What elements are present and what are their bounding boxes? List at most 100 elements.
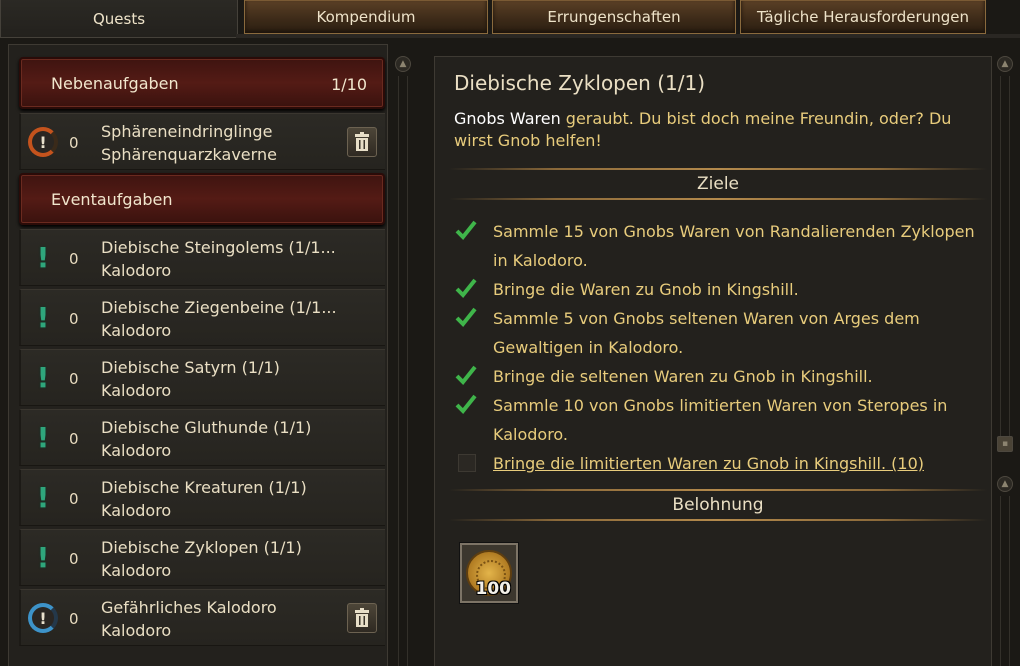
objective-text: Sammle 5 von Gnobs seltenen Waren von Ar… [493,309,920,357]
quest-location: Kalodoro [101,561,172,580]
scroll-track[interactable] [1000,496,1010,666]
quest-number: 0 [69,490,79,508]
quest-text: Gefährliches Kalodoro Kalodoro [101,596,277,642]
checkmark-icon [455,278,477,298]
quest-row[interactable]: ! 0 Diebische Gluthunde (1/1) Kalodoro [19,409,385,466]
objective-text[interactable]: Bringe die limitierten Waren zu Gnob in … [455,449,985,478]
quest-text: Diebische Gluthunde (1/1) Kalodoro [101,416,311,462]
objectives-heading-label: Ziele [696,174,739,194]
quest-text: Diebische Satyrn (1/1) Kalodoro [101,356,280,402]
objective-item: Bringe die seltenen Waren zu Gnob in Kin… [455,362,985,391]
quest-text: Diebische Steingolems (1/1... Kalodoro [101,236,336,282]
quest-title: Diebische Steingolems (1/1... [101,238,336,257]
tab-errungenschaften[interactable]: Errungenschaften [492,0,736,34]
objective-item: Sammle 5 von Gnobs seltenen Waren von Ar… [455,304,985,362]
quest-number: 0 [69,250,79,268]
detail-scrollbar[interactable]: ▲ ▪ ▲ [996,56,1014,666]
quest-title: Diebische Gluthunde (1/1) [101,418,312,437]
quest-location: Kalodoro [101,261,172,280]
objective-text: Sammle 15 von Gnobs Waren von Randaliere… [493,222,975,270]
quest-text: Diebische Ziegenbeine (1/1... Kalodoro [101,296,337,342]
quest-text: Diebische Kreaturen (1/1) Kalodoro [101,476,307,522]
quest-title: Sphäreneindringlinge [101,122,273,141]
quest-row[interactable]: ! 0 Diebische Satyrn (1/1) Kalodoro [19,349,385,406]
scroll-track[interactable] [398,76,408,666]
checkmark-icon [455,394,477,414]
scroll-up-icon[interactable]: ▲ [997,476,1013,492]
reward-slot[interactable]: 100 [460,543,518,603]
quest-list-scrollbar[interactable]: ▲ [394,56,412,666]
delete-quest-button[interactable] [347,603,377,633]
quest-text: Sphäreneindringlinge Sphärenquarzkaverne [101,120,277,166]
unchecked-box-icon [458,454,476,472]
green-exclamation-icon: ! [36,361,50,394]
quest-number: 0 [69,430,79,448]
quest-title: Diebische Ziegenbeine (1/1... [101,298,337,317]
description-highlight: Gnobs Waren [454,109,561,128]
reward-heading: Belohnung [449,489,987,521]
quest-text: Diebische Zyklopen (1/1) Kalodoro [101,536,302,582]
category-event-quests[interactable]: Eventaufgaben [19,173,385,225]
quest-number: 0 [69,134,79,152]
objectives-heading: Ziele [449,168,987,200]
quest-number: 0 [69,370,79,388]
reward-heading-label: Belohnung [672,495,764,515]
tab-divider [236,34,1020,38]
quest-location: Kalodoro [101,501,172,520]
green-exclamation-icon: ! [36,541,50,574]
scroll-up-icon[interactable]: ▲ [997,56,1013,72]
quest-list-panel: Nebenaufgaben 1/10 ! 0 Sphäreneindringli… [8,44,388,666]
category-count: 1/10 [331,75,367,94]
tab-bar: Quests Kompendium Errungenschaften Tägli… [0,0,1020,38]
quest-location: Kalodoro [101,621,172,640]
objective-text: Bringe die seltenen Waren zu Gnob in Kin… [493,367,873,386]
tab-daily-challenges[interactable]: Tägliche Herausforderungen [740,0,986,34]
quest-row[interactable]: ! 0 Diebische Steingolems (1/1... Kalodo… [19,229,385,286]
quest-title: Gefährliches Kalodoro [101,598,277,617]
quest-row[interactable]: ! 0 Diebische Kreaturen (1/1) Kalodoro [19,469,385,526]
green-exclamation-icon: ! [36,421,50,454]
quest-detail-title: Diebische Zyklopen (1/1) [454,71,706,95]
objective-item-pending[interactable]: Bringe die limitierten Waren zu Gnob in … [455,449,985,478]
category-label: Nebenaufgaben [51,73,179,93]
blue-quest-ring-icon: ! [27,602,59,634]
scroll-thumb-icon[interactable]: ▪ [997,436,1013,452]
objective-text: Sammle 10 von Gnobs limitierten Waren vo… [493,396,948,444]
reward-amount: 100 [475,579,512,599]
trash-icon [355,608,369,627]
quest-number: 0 [69,310,79,328]
green-exclamation-icon: ! [36,301,50,334]
objective-text: Bringe die Waren zu Gnob in Kingshill. [493,280,799,299]
tab-kompendium[interactable]: Kompendium [244,0,488,34]
quest-row[interactable]: ! 0 Sphäreneindringlinge Sphärenquarzkav… [19,113,385,170]
quest-description: Gnobs Waren geraubt. Du bist doch meine … [454,108,974,152]
tab-quests[interactable]: Quests [0,0,238,38]
category-side-quests[interactable]: Nebenaufgaben 1/10 [19,57,385,109]
quest-number: 0 [69,550,79,568]
trash-icon [355,132,369,151]
objective-item: Sammle 15 von Gnobs Waren von Randaliere… [455,217,985,275]
quest-title: Diebische Kreaturen (1/1) [101,478,307,497]
green-exclamation-icon: ! [36,481,50,514]
green-exclamation-icon: ! [36,241,50,274]
category-label: Eventaufgaben [51,189,173,209]
orange-quest-ring-icon: ! [27,126,59,158]
quest-location: Kalodoro [101,321,172,340]
quest-location: Kalodoro [101,381,172,400]
quest-location: Sphärenquarzkaverne [101,145,277,164]
objective-item: Sammle 10 von Gnobs limitierten Waren vo… [455,391,985,449]
quest-row[interactable]: ! 0 Diebische Ziegenbeine (1/1... Kalodo… [19,289,385,346]
quest-number: 0 [69,610,79,628]
checkmark-icon [455,365,477,385]
scroll-track[interactable] [1000,76,1010,436]
delete-quest-button[interactable] [347,127,377,157]
quest-title: Diebische Satyrn (1/1) [101,358,280,377]
quest-detail-panel: Diebische Zyklopen (1/1) Gnobs Waren ger… [434,56,992,666]
quest-row-selected[interactable]: ! 0 Diebische Zyklopen (1/1) Kalodoro [19,529,385,586]
checkmark-icon [455,307,477,327]
quest-row[interactable]: ! 0 Gefährliches Kalodoro Kalodoro [19,589,385,646]
scroll-up-icon[interactable]: ▲ [395,56,411,72]
quest-title: Diebische Zyklopen (1/1) [101,538,302,557]
quest-location: Kalodoro [101,441,172,460]
objective-item: Bringe die Waren zu Gnob in Kingshill. [455,275,985,304]
